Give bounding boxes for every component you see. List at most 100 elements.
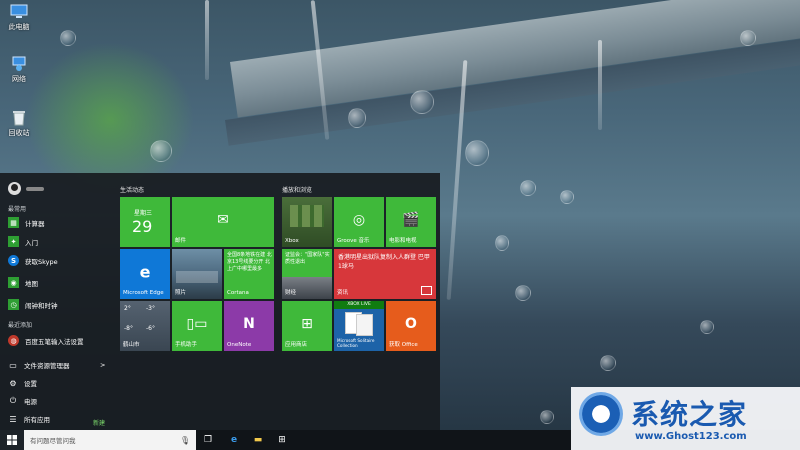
app-item-get-started[interactable]: ✦ 入门 — [8, 236, 38, 247]
search-input[interactable]: 有问题尽管问我 — [30, 435, 180, 445]
tile-finance[interactable]: 证监会："国家队"实质性退出 财经 — [282, 249, 332, 299]
desktop-icon-label: 此电脑 — [8, 23, 30, 31]
tile-get-office[interactable]: O 获取 Office — [386, 301, 436, 351]
app-item-skype[interactable]: S 获取Skype — [8, 255, 58, 266]
most-used-heading: 最常用 — [8, 206, 27, 213]
desktop-icon-computer[interactable]: 此电脑 — [2, 4, 36, 32]
tile-group-title-life: 生活动态 — [120, 187, 145, 194]
tile-xbox[interactable]: Xbox — [282, 197, 332, 247]
system-item-label: 文件资源管理器 — [24, 362, 70, 370]
search-box[interactable]: 有问题尽管问我 🎙 — [24, 430, 196, 450]
power-icon: ⏻ — [9, 396, 17, 405]
raindrop — [520, 180, 536, 196]
tile-onenote[interactable]: N OneNote — [224, 301, 274, 351]
weather-temp: -6° — [146, 325, 155, 332]
app-item-label: 入门 — [25, 238, 38, 247]
windows-logo-icon — [7, 435, 17, 445]
network-icon — [10, 56, 28, 72]
tile-phone-companion[interactable]: ▯▭ 手机助手 — [172, 301, 222, 351]
tile-group-title-play: 播放和浏览 — [282, 187, 313, 194]
raindrop — [560, 190, 574, 204]
store-icon: ⊞ — [301, 315, 313, 332]
gear-icon: ⚙ — [9, 378, 17, 388]
system-item-label: 设置 — [24, 380, 37, 388]
app-item-alarms[interactable]: ◷ 闹钟和时钟 — [8, 299, 58, 310]
groove-icon: ◎ — [352, 211, 366, 228]
calendar-date: 29 — [132, 217, 153, 236]
tile-label: 财经 — [285, 290, 297, 296]
avatar — [8, 182, 21, 195]
tile-calendar[interactable]: 星期三 29 — [120, 197, 170, 247]
tile-label: 获取 Office — [389, 342, 418, 348]
app-item-calculator[interactable]: ▦ 计算器 — [8, 217, 45, 228]
tile-movies-tv[interactable]: 🎬 电影和电视 — [386, 197, 436, 247]
calculator-icon: ▦ — [8, 217, 19, 228]
news-icon — [421, 286, 432, 295]
raindrop — [60, 30, 76, 46]
lightbulb-icon: ✦ — [8, 236, 19, 247]
system-item-file-explorer[interactable]: ▭ 文件资源管理器 > — [8, 360, 105, 371]
microphone-icon[interactable]: 🎙 — [180, 436, 190, 445]
watermark-title: 系统之家 — [631, 398, 748, 431]
watermark-url: www.Ghost123.com — [635, 431, 747, 442]
task-view-icon[interactable]: ❐ — [196, 430, 220, 450]
app-item-maps[interactable]: ◉ 地图 — [8, 277, 38, 288]
tile-label: 照片 — [175, 290, 187, 296]
new-badge: 新建 — [93, 420, 106, 427]
raindrop — [465, 140, 489, 166]
raindrop — [495, 235, 509, 251]
cortana-headline: 全国8条地铁在建 北京13号线要分开 北上广中哪里最多 — [227, 252, 272, 272]
tile-edge[interactable]: e Microsoft Edge — [120, 249, 170, 299]
photo-thumbnail — [176, 271, 218, 283]
start-button[interactable] — [0, 430, 24, 450]
tile-label: Groove 音乐 — [337, 238, 370, 244]
raindrop — [700, 320, 714, 334]
user-account[interactable] — [8, 182, 44, 195]
edge-icon: e — [139, 262, 151, 281]
system-item-power[interactable]: ⏻ 电源 — [8, 396, 37, 406]
tile-label: Microsoft Solitaire Collection — [337, 338, 375, 348]
user-name-redacted — [26, 186, 44, 191]
desktop-icon-network[interactable]: 网络 — [2, 56, 36, 84]
tile-cortana[interactable]: 全国8条地铁在建 北京13号线要分开 北上广中哪里最多 Cortana — [224, 249, 274, 299]
system-item-label: 电源 — [24, 398, 37, 406]
system-item-settings[interactable]: ⚙ 设置 — [8, 378, 37, 389]
baidu-ime-icon: ◍ — [8, 335, 19, 346]
tile-news[interactable]: 香港明星出狱队复制入人群登 巴甲1球马 资讯 — [334, 249, 436, 299]
tile-label: Cortana — [227, 290, 249, 296]
maps-icon: ◉ — [8, 277, 19, 288]
desktop-icon-label: 网络 — [12, 75, 26, 83]
tile-label: Xbox — [285, 238, 299, 244]
tile-groove[interactable]: ◎ Groove 音乐 — [334, 197, 384, 247]
raindrop — [410, 90, 434, 114]
app-item-baidu-ime[interactable]: ◍ 百度五笔输入法设置 — [8, 335, 84, 346]
edge-taskbar-icon[interactable]: e — [222, 430, 246, 450]
app-item-label: 地图 — [25, 279, 38, 288]
tile-label: OneNote — [227, 342, 252, 348]
raindrop — [150, 140, 172, 162]
tile-photos[interactable]: 照片 — [172, 249, 222, 299]
system-item-all-apps[interactable]: ☰ 所有应用 — [8, 414, 50, 425]
tile-label: 手机助手 — [175, 342, 198, 348]
store-taskbar-icon[interactable]: ⊞ — [270, 430, 294, 450]
phone-icon: ▯▭ — [186, 315, 208, 332]
tile-weather[interactable]: 2° -3° -8° -6° 鹤山市 — [120, 301, 170, 351]
list-icon: ☰ — [9, 414, 17, 424]
tile-store[interactable]: ⊞ 应用商店 — [282, 301, 332, 351]
raindrop-streak — [205, 0, 209, 80]
app-item-label: 闹钟和时钟 — [25, 301, 58, 310]
tile-label: 邮件 — [175, 238, 187, 244]
tile-label: 应用商店 — [285, 342, 308, 348]
app-item-label: 百度五笔输入法设置 — [25, 337, 84, 346]
calendar-day: 星期三 — [134, 210, 153, 217]
tile-solitaire[interactable]: XBOX LIVE Microsoft Solitaire Collection — [334, 301, 384, 351]
desktop-icon-recycle-bin[interactable]: 回收站 — [2, 110, 36, 138]
tile-mail[interactable]: ✉ 邮件 — [172, 197, 274, 247]
recycle-bin-icon — [10, 110, 28, 126]
film-icon: 🎬 — [402, 211, 420, 228]
file-explorer-taskbar-icon[interactable]: ▬ — [246, 430, 270, 450]
system-item-label: 所有应用 — [24, 416, 50, 424]
app-item-label: 获取Skype — [25, 257, 58, 266]
watermark-logo-icon — [579, 392, 623, 436]
raindrop — [740, 30, 756, 46]
